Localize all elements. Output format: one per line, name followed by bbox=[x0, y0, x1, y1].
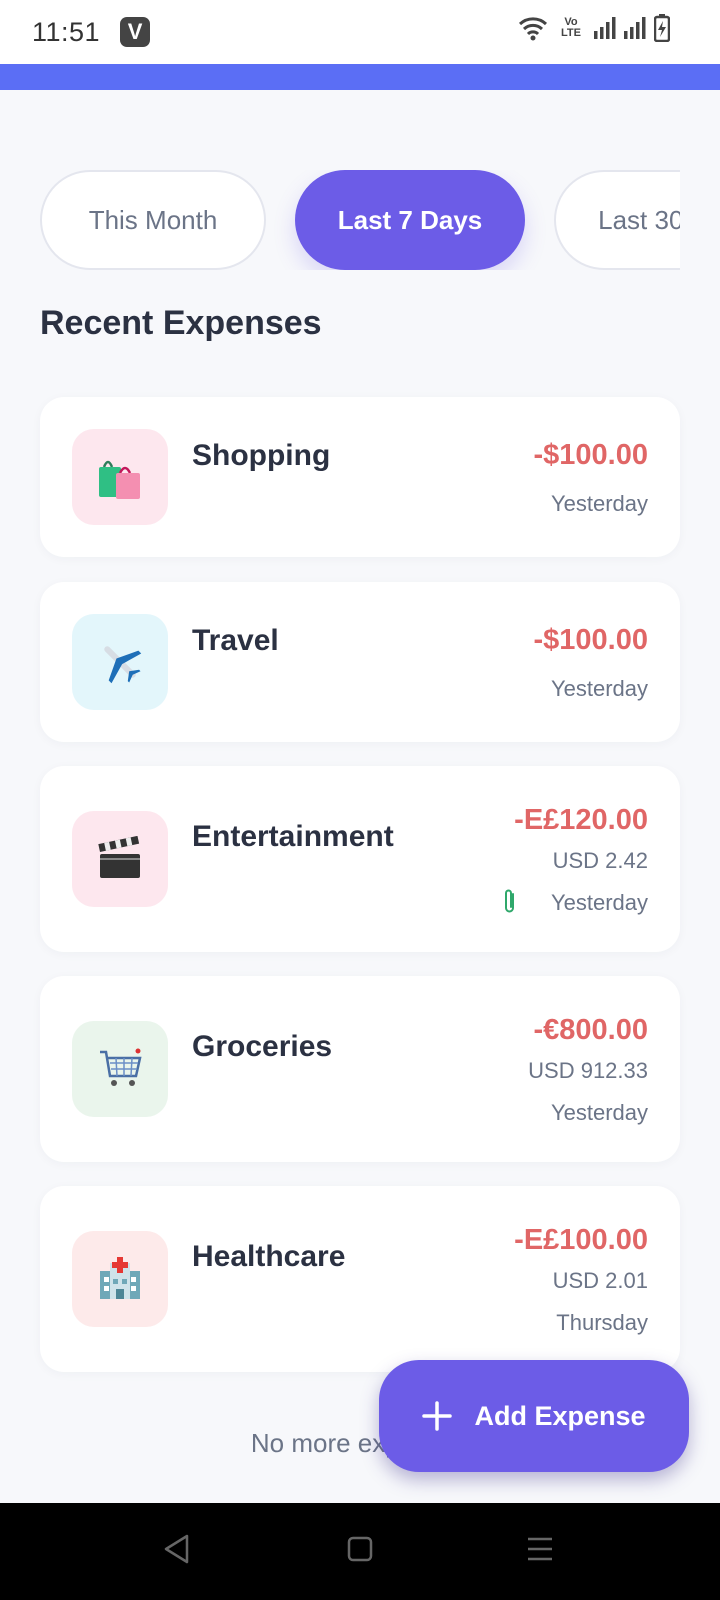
converted-amount: USD 2.42 bbox=[552, 848, 648, 873]
hospital-icon bbox=[100, 1257, 140, 1299]
add-expense-button[interactable]: Add Expense bbox=[379, 1360, 689, 1472]
app-notification-icon: V bbox=[120, 17, 151, 47]
expense-date: Yesterday bbox=[550, 491, 648, 516]
clapper-board-icon bbox=[98, 836, 140, 878]
expense-amount: -€800.00 bbox=[533, 1014, 649, 1046]
status-icons: Vo LTE bbox=[518, 14, 670, 42]
category-icon-box bbox=[72, 1231, 168, 1327]
plus-icon bbox=[422, 1401, 453, 1431]
add-expense-label: Add Expense bbox=[474, 1400, 646, 1431]
category-icon-box bbox=[72, 614, 168, 710]
expense-card-travel[interactable]: Travel -$100.00 Yesterday bbox=[40, 582, 680, 742]
airplane-icon bbox=[104, 646, 142, 684]
expense-amount: -$100.00 bbox=[533, 439, 649, 471]
converted-amount: USD 2.01 bbox=[552, 1268, 648, 1293]
expense-date: Yesterday bbox=[550, 1100, 648, 1125]
battery-charging-icon bbox=[654, 14, 670, 42]
category-name: Travel bbox=[192, 624, 279, 657]
expense-date: Yesterday bbox=[550, 890, 648, 915]
signal-icon bbox=[594, 17, 616, 39]
category-name: Healthcare bbox=[192, 1240, 346, 1273]
expense-amount: -$100.00 bbox=[533, 624, 649, 656]
category-name: Shopping bbox=[192, 439, 331, 472]
home-icon[interactable] bbox=[347, 1533, 373, 1565]
attachment-icon bbox=[505, 889, 514, 913]
expense-card-healthcare[interactable]: Healthcare -E£100.00 USD 2.01 Thursday bbox=[40, 1186, 680, 1372]
category-icon-box bbox=[72, 1021, 168, 1117]
status-time: 11:51 bbox=[32, 16, 101, 47]
expense-card-groceries[interactable]: Groceries -€800.00 USD 912.33 Yesterday bbox=[40, 976, 680, 1162]
expense-amount: -E£120.00 bbox=[514, 804, 648, 836]
shopping-bags-icon bbox=[99, 460, 140, 499]
wifi-icon bbox=[518, 17, 548, 41]
category-name: Groceries bbox=[192, 1030, 333, 1063]
category-icon-box bbox=[72, 811, 168, 907]
status-bar: 11:51 V Vo LTE bbox=[0, 0, 720, 64]
section-title: Recent Expenses bbox=[40, 304, 322, 342]
expense-date: Yesterday bbox=[550, 676, 648, 701]
back-icon[interactable] bbox=[162, 1533, 192, 1565]
date-filter-row: This Month Last 7 Days Last 30 Days bbox=[40, 170, 680, 270]
expense-amount: -E£100.00 bbox=[514, 1224, 648, 1256]
expense-date: Thursday bbox=[556, 1310, 648, 1335]
filter-last-30-days[interactable]: Last 30 Days bbox=[554, 170, 680, 270]
category-name: Entertainment bbox=[192, 820, 394, 853]
signal-icon bbox=[624, 17, 646, 39]
filter-last-7-days[interactable]: Last 7 Days bbox=[295, 170, 525, 270]
converted-amount: USD 912.33 bbox=[528, 1058, 648, 1083]
shopping-cart-icon bbox=[100, 1048, 142, 1086]
category-icon-box bbox=[72, 429, 168, 525]
expense-card-entertainment[interactable]: Entertainment -E£120.00 USD 2.42 Yesterd… bbox=[40, 766, 680, 952]
expense-card-shopping[interactable]: Shopping -$100.00 Yesterday bbox=[40, 397, 680, 557]
menu-icon[interactable] bbox=[526, 1533, 554, 1565]
filter-this-month[interactable]: This Month bbox=[40, 170, 266, 270]
volte-icon: Vo LTE bbox=[561, 16, 581, 39]
system-navigation-bar bbox=[0, 1503, 720, 1600]
header-accent-bar bbox=[0, 64, 720, 90]
